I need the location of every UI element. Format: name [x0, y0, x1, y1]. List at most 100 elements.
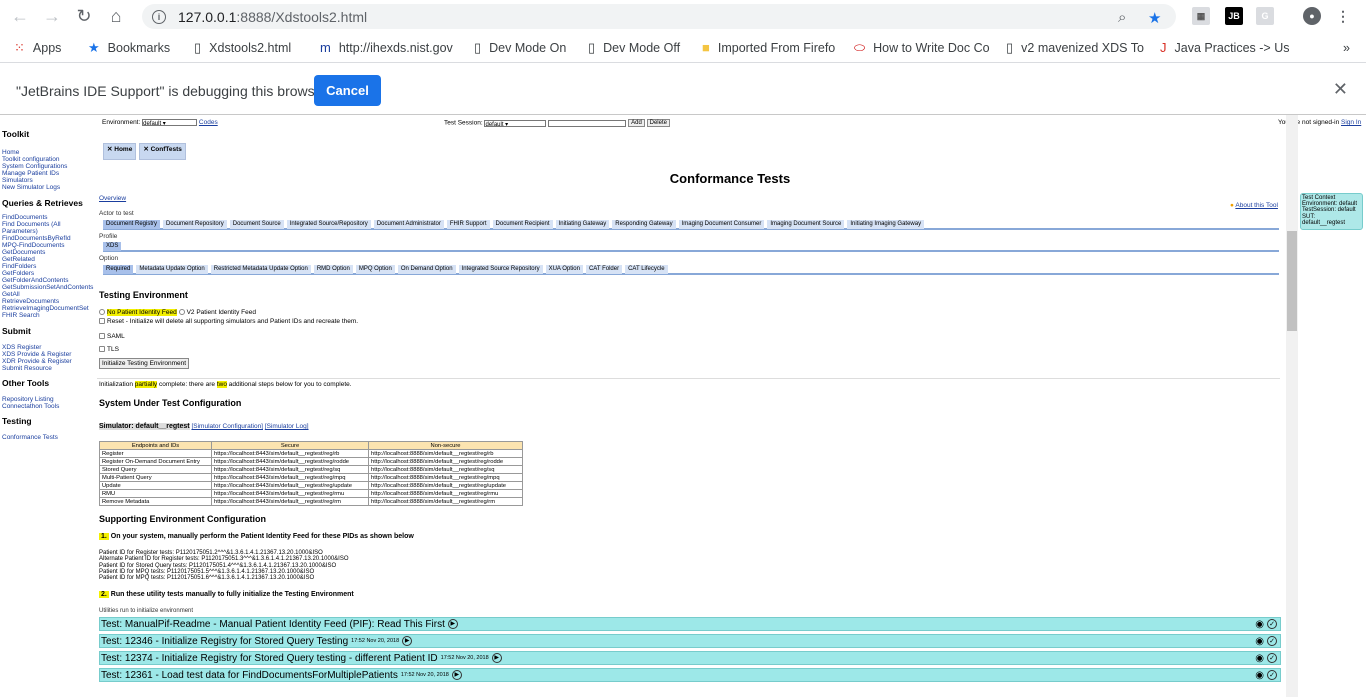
test-row[interactable]: Test: 12374 - Initialize Registry for St…: [99, 651, 1281, 665]
test-row[interactable]: Test: ManualPif-Readme - Manual Patient …: [99, 617, 1281, 631]
home-icon[interactable]: ⌂: [104, 5, 128, 29]
sidebar-link[interactable]: GetAll: [2, 291, 93, 298]
simulator-log-link[interactable]: [Simulator Log]: [265, 423, 309, 430]
initialize-button[interactable]: Initialize Testing Environment: [99, 358, 190, 369]
jetbrains-icon[interactable]: JB: [1225, 7, 1243, 25]
about-link[interactable]: ● About this Tool: [1230, 202, 1278, 209]
sidebar-link[interactable]: FindFolders: [2, 263, 93, 270]
test-row[interactable]: Test: 12346 - Initialize Registry for St…: [99, 634, 1281, 648]
option-tab[interactable]: Restricted Metadata Update Option: [210, 265, 311, 274]
sidebar-link[interactable]: XDS Provide & Register: [2, 351, 72, 358]
bookmark-javapractices[interactable]: J Java Practices -> Use: [1160, 40, 1290, 55]
test-session-select[interactable]: default ▾: [484, 119, 547, 128]
signin-link[interactable]: Sign In: [1341, 119, 1361, 126]
environment-select[interactable]: default ▾: [142, 119, 198, 127]
play-icon[interactable]: ▶: [447, 619, 458, 629]
add-button[interactable]: Add: [628, 119, 645, 127]
close-icon[interactable]: ✕: [143, 146, 150, 153]
back-icon[interactable]: ←: [8, 5, 32, 29]
profile-icon[interactable]: ●: [1303, 7, 1321, 25]
option-tab[interactable]: RMD Option: [313, 265, 353, 274]
actor-tab[interactable]: Integrated Source/Repository: [286, 220, 371, 229]
no-pif-radio[interactable]: [99, 309, 105, 316]
sidebar-link[interactable]: Find Documents (All: [2, 221, 93, 228]
sidebar-link[interactable]: Conformance Tests: [2, 434, 58, 441]
bookmark-imported[interactable]: ■ Imported From Firefo: [702, 40, 840, 55]
delete-button[interactable]: Delete: [646, 119, 670, 127]
actor-tab[interactable]: Initiating Gateway: [555, 220, 610, 229]
star-icon[interactable]: ★: [1148, 9, 1161, 27]
cancel-button[interactable]: Cancel: [314, 75, 381, 106]
play-icon[interactable]: ▶: [491, 653, 502, 663]
tab-conftests[interactable]: ✕ ConfTests: [139, 143, 186, 160]
tab-home[interactable]: ✕ Home: [103, 143, 137, 160]
actor-tab[interactable]: Imaging Document Source: [767, 220, 845, 229]
scrollbar-thumb[interactable]: [1287, 231, 1297, 331]
address-bar[interactable]: i 127.0.0.1:8888/Xdstools2.html ⌕ ★: [142, 4, 1176, 29]
play-icon[interactable]: ▶: [402, 636, 413, 646]
sidebar-link[interactable]: Connectathon Tools: [2, 403, 59, 410]
option-tab[interactable]: Required: [103, 265, 134, 274]
check-icon[interactable]: ✓: [1267, 670, 1277, 680]
sidebar-link[interactable]: GetFolderAndContents: [2, 277, 93, 284]
extension-icon[interactable]: ▦: [1192, 7, 1210, 25]
actor-tab[interactable]: FHIR Support: [446, 220, 490, 229]
more-bookmarks-icon[interactable]: »: [1343, 41, 1350, 55]
sidebar-link[interactable]: GetDocuments: [2, 249, 93, 256]
option-tab[interactable]: XUA Option: [545, 265, 583, 274]
g-extension-icon[interactable]: G: [1256, 7, 1274, 25]
bookmark-ihexds[interactable]: m http://ihexds.nist.gov: [320, 40, 460, 55]
codes-link[interactable]: Codes: [199, 119, 218, 126]
overview-link[interactable]: Overview: [99, 195, 126, 202]
option-tab[interactable]: MPQ Option: [355, 265, 395, 274]
sidebar-link[interactable]: Submit Resource: [2, 365, 72, 372]
actor-tab[interactable]: Document Administrator: [373, 220, 444, 229]
scrollbar[interactable]: [1286, 115, 1298, 697]
sidebar-link[interactable]: System Configurations: [2, 163, 67, 170]
bookmark-devmode-on[interactable]: ▯ Dev Mode On: [474, 40, 574, 56]
actor-tab[interactable]: Document Recipient: [492, 220, 553, 229]
play-icon[interactable]: ▶: [451, 670, 462, 680]
bookmark-apps[interactable]: ⁙ Apps: [14, 40, 74, 56]
check-icon[interactable]: ✓: [1267, 619, 1277, 629]
option-tab[interactable]: Metadata Update Option: [136, 265, 208, 274]
eye-icon[interactable]: ◉: [1255, 636, 1264, 647]
actor-tab[interactable]: Document Registry: [103, 220, 161, 229]
test-session-input[interactable]: [548, 119, 627, 127]
sidebar-link[interactable]: XDR Provide & Register: [2, 358, 72, 365]
bookmark-howto[interactable]: ⬭ How to Write Doc Co: [854, 40, 992, 56]
sidebar-link[interactable]: MPQ-FindDocuments: [2, 242, 93, 249]
actor-tab[interactable]: Responding Gateway: [612, 220, 676, 229]
sidebar-link[interactable]: GetSubmissionSetAndContents: [2, 284, 93, 291]
check-icon[interactable]: ✓: [1267, 636, 1277, 646]
actor-tab[interactable]: Imaging Document Consumer: [678, 220, 765, 229]
test-row[interactable]: Test: 12361 - Load test data for FindDoc…: [99, 668, 1281, 682]
sidebar-link[interactable]: GetFolders: [2, 270, 93, 277]
info-icon[interactable]: i: [152, 9, 166, 24]
reset-checkbox[interactable]: [99, 318, 105, 325]
saml-checkbox[interactable]: [99, 333, 105, 340]
sidebar-link[interactable]: GetRelated: [2, 256, 93, 263]
sidebar-link[interactable]: XDS Register: [2, 344, 72, 351]
sidebar-link[interactable]: Toolkit configuration: [2, 156, 67, 163]
bookmark-devmode-off[interactable]: ▯ Dev Mode Off: [588, 40, 688, 56]
actor-tab[interactable]: Document Source: [229, 220, 284, 229]
profile-tab[interactable]: XDS: [103, 242, 122, 251]
sidebar-link[interactable]: FindDocuments: [2, 214, 93, 221]
sidebar-link[interactable]: FindDocumentsByRefId: [2, 235, 93, 242]
actor-tab[interactable]: Document Repository: [163, 220, 227, 229]
tls-checkbox[interactable]: [99, 346, 105, 353]
option-tab[interactable]: CAT Folder: [585, 265, 623, 274]
test-context-box[interactable]: Test Context Environment: default TestSe…: [1300, 193, 1363, 230]
bookmark-bookmarks[interactable]: ★ Bookmarks: [88, 40, 180, 56]
actor-tab[interactable]: Initiating Imaging Gateway: [847, 220, 925, 229]
reload-icon[interactable]: ↻: [72, 5, 96, 29]
option-tab[interactable]: CAT Lifecycle: [625, 265, 668, 274]
bookmark-v2mavenized[interactable]: ▯ v2 mavenized XDS To: [1006, 40, 1146, 56]
sidebar-link[interactable]: Home: [2, 149, 67, 156]
simulator-config-link[interactable]: [Simulator Configuration]: [191, 423, 263, 430]
eye-icon[interactable]: ◉: [1255, 619, 1264, 630]
sidebar-link[interactable]: FHIR Search: [2, 312, 93, 319]
close-icon[interactable]: ✕: [1333, 79, 1348, 100]
sidebar-link[interactable]: RetrieveImagingDocumentSet: [2, 305, 93, 312]
